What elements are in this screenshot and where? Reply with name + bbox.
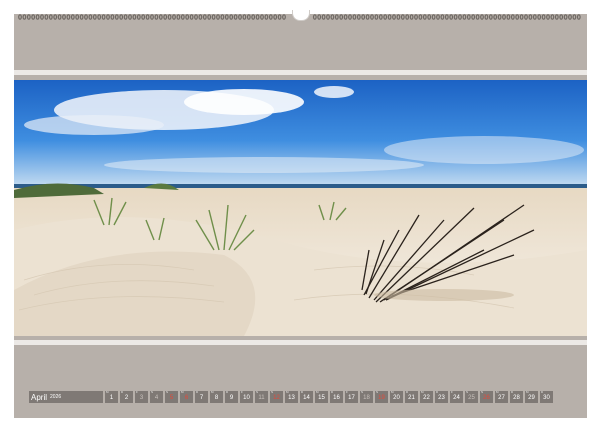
weekday-initial: F	[346, 390, 348, 394]
calendar-day: D 14	[300, 391, 313, 403]
weekday-initial: D	[121, 390, 124, 394]
calendar-day: M1	[105, 391, 118, 403]
weekday-initial: F	[136, 390, 138, 394]
calendar-day: S 26	[480, 391, 493, 403]
calendar-day: M 27	[495, 391, 508, 403]
weekday-initial: D	[541, 390, 544, 394]
weekday-initial: F	[241, 390, 243, 394]
calendar-day: S 25	[465, 391, 478, 403]
bottom-divider	[14, 340, 587, 345]
day-number: 18	[363, 395, 370, 401]
calendar-day: F 24	[450, 391, 463, 403]
calendar-day: D 30	[540, 391, 553, 403]
weekday-initial: M	[286, 390, 289, 394]
calendar-day: D9	[225, 391, 238, 403]
calendar-day: D 28	[510, 391, 523, 403]
calendar-day: S 11	[255, 391, 268, 403]
weekday-initial: S	[481, 390, 484, 394]
weekday-initial: M	[526, 390, 529, 394]
beach-dunes-photo	[14, 80, 587, 336]
day-number: 25	[468, 395, 475, 401]
day-number: 27	[498, 395, 505, 401]
calendar-day: F3	[135, 391, 148, 403]
day-number: 5	[169, 395, 174, 401]
day-number: 19	[378, 395, 385, 401]
weekday-initial: D	[436, 390, 439, 394]
calendar-day: S 19	[375, 391, 388, 403]
day-number: 29	[528, 395, 535, 401]
day-number: 14	[303, 395, 310, 401]
day-number: 1	[109, 395, 114, 401]
weekday-initial: D	[301, 390, 304, 394]
calendar-day: M 20	[390, 391, 403, 403]
day-number: 21	[408, 395, 415, 401]
calendar-day: M 15	[315, 391, 328, 403]
weekday-initial: M	[316, 390, 319, 394]
day-number: 20	[393, 395, 400, 401]
weekday-initial: M	[181, 390, 184, 394]
weekday-initial: F	[451, 390, 453, 394]
calendar-day: F 10	[240, 391, 253, 403]
weekday-initial: D	[226, 390, 229, 394]
weekday-initial: D	[511, 390, 514, 394]
weekday-initial: S	[376, 390, 379, 394]
weekday-initial: M	[211, 390, 214, 394]
calendar-day: D 23	[435, 391, 448, 403]
calendar-day: M6	[180, 391, 193, 403]
day-number: 2	[124, 395, 129, 401]
weekday-initial: S	[271, 390, 274, 394]
day-number: 24	[453, 395, 460, 401]
day-number: 17	[348, 395, 355, 401]
weekday-initial: M	[421, 390, 424, 394]
day-number: 11	[258, 395, 265, 401]
weekday-initial: S	[151, 390, 154, 394]
calendar-day: F 17	[345, 391, 358, 403]
day-number: 8	[214, 395, 219, 401]
day-number: 12	[273, 395, 280, 401]
weekday-initial: D	[406, 390, 409, 394]
weekday-initial: S	[466, 390, 469, 394]
weekday-initial: S	[361, 390, 364, 394]
weekday-initial: M	[106, 390, 109, 394]
month-calendar-strip: April 2026 M 1 D 2 F 3 S 4 S 5 M 6 D 7 M 8 D 9 F 10 S 11 S 12 M 1…	[29, 391, 553, 403]
day-number: 22	[423, 395, 430, 401]
weekday-initial: D	[331, 390, 334, 394]
day-number: 16	[333, 395, 340, 401]
calendar-day: D 16	[330, 391, 343, 403]
weekday-initial: D	[196, 390, 199, 394]
day-number: 28	[513, 395, 520, 401]
day-number: 30	[543, 395, 550, 401]
day-number: 26	[483, 395, 490, 401]
calendar-day: M 22	[420, 391, 433, 403]
year-label: 2026	[50, 394, 62, 400]
weekday-initial: M	[496, 390, 499, 394]
month-label: April 2026	[29, 391, 103, 403]
day-number: 10	[243, 395, 250, 401]
calendar-day: M8	[210, 391, 223, 403]
weekday-initial: S	[166, 390, 169, 394]
day-number: 7	[199, 395, 204, 401]
calendar-day: S5	[165, 391, 178, 403]
calendar-day: S 18	[360, 391, 373, 403]
top-divider	[14, 70, 587, 75]
day-number: 6	[184, 395, 189, 401]
calendar-day: D 21	[405, 391, 418, 403]
calendar-day: D7	[195, 391, 208, 403]
weekday-initial: M	[391, 390, 394, 394]
day-number: 23	[438, 395, 445, 401]
day-number: 15	[318, 395, 325, 401]
calendar-day: D2	[120, 391, 133, 403]
calendar-day: S4	[150, 391, 163, 403]
calendar-day: M 29	[525, 391, 538, 403]
day-number: 13	[288, 395, 295, 401]
day-number: 9	[229, 395, 234, 401]
calendar-day: S 12	[270, 391, 283, 403]
weekday-initial: S	[256, 390, 259, 394]
calendar-day: M 13	[285, 391, 298, 403]
month-name: April	[31, 392, 48, 402]
day-number: 4	[154, 395, 159, 401]
day-number: 3	[139, 395, 144, 401]
